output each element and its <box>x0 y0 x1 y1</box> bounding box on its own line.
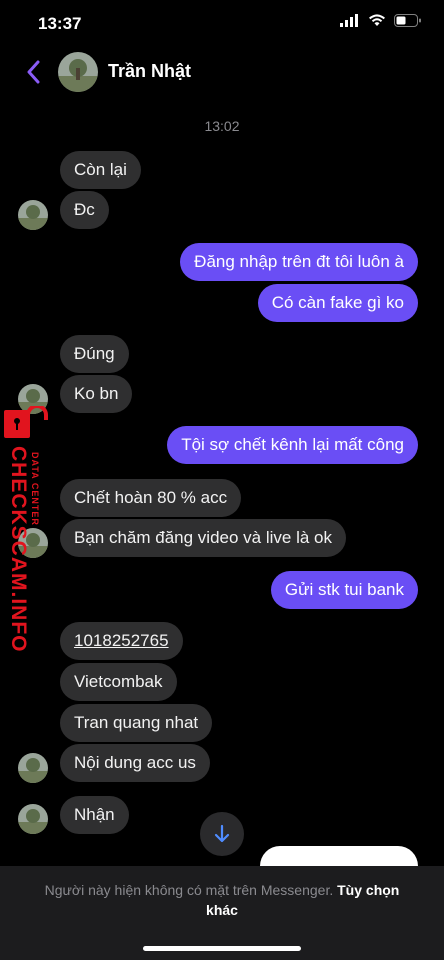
offline-notice: Người này hiện không có mặt trên Messeng… <box>40 880 404 920</box>
message-bubble[interactable]: Tran quang nhat <box>60 704 213 742</box>
contact-avatar[interactable] <box>58 52 98 92</box>
watermark-title: CHECKSCAM.INFO <box>7 446 30 653</box>
account-number-link[interactable]: 1018252765 <box>74 631 169 650</box>
scroll-to-bottom-button[interactable] <box>200 812 244 856</box>
status-time: 13:37 <box>38 14 82 33</box>
chat-header: Trần Nhật <box>0 44 444 100</box>
arrow-down-icon <box>214 824 230 843</box>
message-bubble[interactable]: Đc <box>60 191 109 229</box>
watermark: CHECKSCAM.INFO DATA CENTER <box>0 406 52 653</box>
status-icons <box>340 14 422 27</box>
message-bubble[interactable]: Tội sợ chết kênh lại mất công <box>167 426 418 464</box>
message-bubble[interactable]: 1018252765 <box>60 622 183 660</box>
back-button[interactable] <box>18 52 48 92</box>
sender-avatar <box>18 753 48 783</box>
message-bubble[interactable]: Có càn fake gì ko <box>257 284 418 322</box>
home-indicator[interactable] <box>143 946 301 951</box>
battery-icon <box>394 14 421 27</box>
message-bubble[interactable]: Ko bn <box>60 375 133 413</box>
message-bubble[interactable]: Chết hoàn 80 % acc <box>60 479 242 517</box>
sender-avatar <box>18 804 48 834</box>
message-bubble[interactable]: Bạn chăm đăng video và live là ok <box>60 519 346 557</box>
status-bar: 13:37 <box>0 0 444 44</box>
message-bubble[interactable]: Nhận <box>60 796 129 834</box>
sender-avatar <box>18 200 48 230</box>
contact-name[interactable]: Trần Nhật <box>108 61 191 82</box>
message-bubble[interactable]: Gửi stk tui bank <box>270 571 418 609</box>
message-bubble[interactable]: Vietcombak <box>60 663 177 701</box>
chevron-left-icon <box>27 60 40 84</box>
offline-notice-text: Người này hiện không có mặt trên Messeng… <box>44 882 334 898</box>
lock-icon <box>4 406 48 438</box>
message-bubble[interactable]: Đăng nhập trên đt tôi luôn à <box>180 243 418 281</box>
signal-icon <box>340 14 358 27</box>
watermark-subtitle: DATA CENTER <box>30 452 40 526</box>
message-timestamp: 13:02 <box>204 118 240 134</box>
message-bubble[interactable]: Đúng <box>60 335 129 373</box>
wifi-icon <box>369 14 385 26</box>
message-bubble[interactable]: Còn lại <box>60 151 141 189</box>
message-bubble[interactable]: Nội dung acc us <box>60 744 210 782</box>
